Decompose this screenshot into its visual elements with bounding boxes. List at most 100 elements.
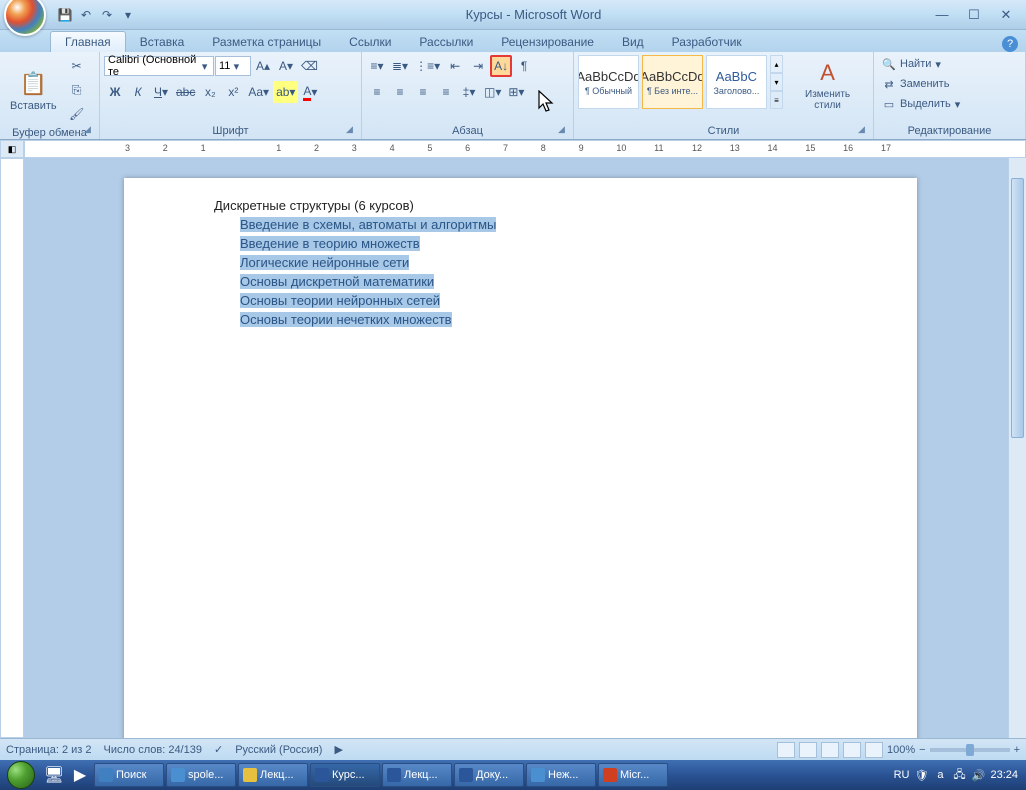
numbering-icon[interactable]: ≣▾ (389, 55, 411, 77)
maximize-button[interactable]: ☐ (962, 6, 986, 24)
start-button[interactable] (2, 761, 40, 789)
paragraph-dialog-launcher[interactable]: ◢ (558, 124, 570, 136)
cut-icon[interactable]: ✂ (66, 55, 88, 77)
tray-volume-icon[interactable]: 🔊 (971, 768, 985, 782)
tab-home[interactable]: Главная (50, 31, 126, 52)
underline-icon[interactable]: Ч▾ (150, 81, 172, 103)
tab-developer[interactable]: Разработчик (658, 32, 756, 52)
zoom-out-icon[interactable]: − (919, 744, 925, 756)
tray-icon-a[interactable]: a (933, 768, 947, 782)
zoom-value[interactable]: 100% (887, 744, 915, 756)
find-button[interactable]: 🔍Найти▾ (878, 55, 1021, 73)
document-scroll[interactable]: Дискретные структуры (6 курсов) Введение… (24, 158, 1026, 738)
horizontal-ruler[interactable]: 3 2 1 1 2 3 4 5 6 7 8 9 10 11 12 13 14 1… (24, 140, 1026, 158)
tab-insert[interactable]: Вставка (126, 32, 199, 52)
shrink-font-icon[interactable]: A▾ (275, 55, 297, 77)
style-prev-icon[interactable]: ▴ (770, 55, 783, 73)
change-styles-button[interactable]: A Изменить стили (786, 55, 869, 113)
line-spacing-icon[interactable]: ‡▾ (458, 81, 480, 103)
qat-dropdown-icon[interactable]: ▾ (119, 6, 137, 24)
vertical-ruler[interactable] (0, 158, 24, 738)
doc-line-2[interactable]: Введение в теорию множеств (240, 236, 420, 251)
help-icon[interactable]: ? (1002, 36, 1018, 52)
font-dialog-launcher[interactable]: ◢ (346, 124, 358, 136)
close-button[interactable]: ✕ (994, 6, 1018, 24)
tab-mailings[interactable]: Рассылки (405, 32, 487, 52)
align-right-icon[interactable]: ≡ (412, 81, 434, 103)
save-icon[interactable]: 💾 (56, 6, 74, 24)
copy-icon[interactable]: ⎘ (66, 79, 88, 101)
view-outline[interactable] (843, 742, 861, 758)
status-macro-icon[interactable]: ▶ (334, 743, 342, 756)
clipboard-dialog-launcher[interactable]: ◢ (84, 124, 96, 136)
zoom-thumb[interactable] (966, 744, 974, 756)
minimize-button[interactable]: — (930, 6, 954, 24)
tab-view[interactable]: Вид (608, 32, 658, 52)
indent-increase-icon[interactable]: ⇥ (467, 55, 489, 77)
paste-button[interactable]: 📋 Вставить (4, 55, 63, 125)
status-proof-icon[interactable]: ✓ (214, 743, 223, 756)
tray-shield-icon[interactable]: 🛡 (914, 768, 928, 782)
indent-decrease-icon[interactable]: ⇤ (444, 55, 466, 77)
tab-review[interactable]: Рецензирование (487, 32, 608, 52)
show-marks-icon[interactable]: ¶ (513, 55, 535, 77)
status-words[interactable]: Число слов: 24/139 (104, 744, 202, 756)
undo-icon[interactable]: ↶ (77, 6, 95, 24)
font-size-combo[interactable]: 11▾ (215, 56, 251, 76)
zoom-slider[interactable] (930, 748, 1010, 752)
view-print-layout[interactable] (777, 742, 795, 758)
task-search[interactable]: Поиск (94, 763, 164, 787)
style-no-spacing[interactable]: AaBbCcDd ¶ Без инте... (642, 55, 703, 109)
task-micr[interactable]: Micr... (598, 763, 668, 787)
multilevel-icon[interactable]: ⋮≡▾ (412, 55, 443, 77)
status-page[interactable]: Страница: 2 из 2 (6, 744, 92, 756)
shading-icon[interactable]: ◫▾ (481, 81, 504, 103)
tray-lang[interactable]: RU (894, 769, 910, 781)
view-web[interactable] (821, 742, 839, 758)
highlight-icon[interactable]: ab▾ (273, 81, 298, 103)
sort-icon[interactable]: A↓ (490, 55, 512, 77)
select-button[interactable]: ▭Выделить▾ (878, 95, 1021, 113)
doc-line-3[interactable]: Логические нейронные сети (240, 255, 409, 270)
italic-icon[interactable]: К (127, 81, 149, 103)
task-lekc1[interactable]: Лекц... (238, 763, 308, 787)
style-more-icon[interactable]: ≡ (770, 91, 783, 109)
bold-icon[interactable]: Ж (104, 81, 126, 103)
task-kurs[interactable]: Курс... (310, 763, 380, 787)
doc-line-6[interactable]: Основы теории нечетких множеств (240, 312, 452, 327)
view-draft[interactable] (865, 742, 883, 758)
style-normal[interactable]: AaBbCcDd ¶ Обычный (578, 55, 639, 109)
styles-dialog-launcher[interactable]: ◢ (858, 124, 870, 136)
font-name-combo[interactable]: Calibri (Основной те▾ (104, 56, 214, 76)
tab-layout[interactable]: Разметка страницы (198, 32, 335, 52)
doc-line-4[interactable]: Основы дискретной математики (240, 274, 434, 289)
vertical-scrollbar[interactable] (1008, 158, 1026, 738)
superscript-icon[interactable]: x² (222, 81, 244, 103)
tray-network-icon[interactable]: 🖧 (952, 768, 966, 782)
status-language[interactable]: Русский (Россия) (235, 744, 322, 756)
scroll-thumb[interactable] (1011, 178, 1024, 438)
justify-icon[interactable]: ≡ (435, 81, 457, 103)
style-next-icon[interactable]: ▾ (770, 73, 783, 91)
subscript-icon[interactable]: x₂ (199, 81, 221, 103)
task-doku[interactable]: Доку... (454, 763, 524, 787)
replace-button[interactable]: ⇄Заменить (878, 75, 1021, 93)
grow-font-icon[interactable]: A▴ (252, 55, 274, 77)
strike-icon[interactable]: abc (173, 81, 198, 103)
format-painter-icon[interactable]: 🖌 (66, 103, 88, 125)
change-case-icon[interactable]: Aa▾ (245, 81, 272, 103)
style-heading1[interactable]: AaBbC Заголово... (706, 55, 767, 109)
redo-icon[interactable]: ↷ (98, 6, 116, 24)
font-color-icon[interactable]: A▾ (299, 81, 321, 103)
task-spole[interactable]: spole... (166, 763, 236, 787)
tray-time[interactable]: 23:24 (990, 769, 1018, 781)
ql-explorer-icon[interactable]: 🖥 (42, 763, 66, 787)
zoom-in-icon[interactable]: + (1014, 744, 1020, 756)
task-lekc2[interactable]: Лекц... (382, 763, 452, 787)
task-nezh[interactable]: Неж... (526, 763, 596, 787)
ruler-corner[interactable]: ◧ (0, 140, 24, 158)
view-full-screen[interactable] (799, 742, 817, 758)
doc-line-1[interactable]: Введение в схемы, автоматы и алгоритмы (240, 217, 496, 232)
align-left-icon[interactable]: ≡ (366, 81, 388, 103)
clear-format-icon[interactable]: ⌫ (298, 55, 321, 77)
